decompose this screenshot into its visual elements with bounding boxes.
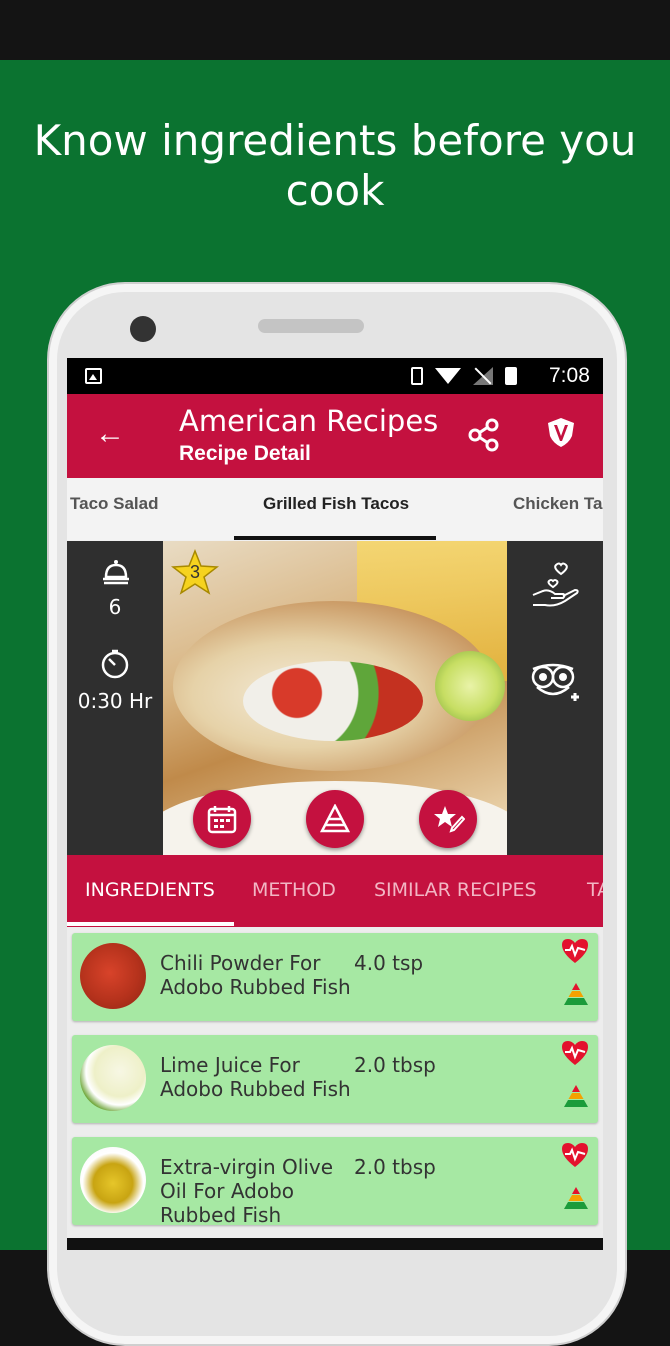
star-edit-icon xyxy=(434,806,465,833)
ingredients-list: Chili Powder For Adobo Rubbed Fish 4.0 t… xyxy=(67,927,603,1250)
tab-more[interactable]: TA xyxy=(587,879,603,901)
list-item[interactable]: Chili Powder For Adobo Rubbed Fish 4.0 t… xyxy=(72,933,598,1021)
calendar-icon xyxy=(207,806,237,834)
phone-camera xyxy=(130,316,156,342)
heart-health-icon[interactable] xyxy=(560,1141,590,1169)
status-time: 7:08 xyxy=(549,364,590,387)
rating-value: 3 xyxy=(189,562,200,582)
cook-time-value: 0:30 Hr xyxy=(77,689,153,713)
app-screen: 7:08 ← American Recipes Recipe Detail Ta… xyxy=(67,358,603,1250)
app-title: American Recipes xyxy=(179,404,439,438)
wifi-icon xyxy=(435,368,461,384)
arrow-left-icon[interactable]: ← xyxy=(95,418,125,450)
active-tab-indicator xyxy=(234,536,436,540)
tab-grilled-fish-tacos[interactable]: Grilled Fish Tacos xyxy=(263,494,409,514)
rv-shield-icon[interactable] xyxy=(545,416,577,448)
pyramid-icon xyxy=(320,804,350,833)
detail-tab-bar: INGREDIENTS METHOD SIMILAR RECIPES TA xyxy=(67,855,603,927)
servings-value: 6 xyxy=(108,595,122,619)
recipe-tab-strip: Taco Salad Grilled Fish Tacos Chicken Ta xyxy=(67,478,603,540)
timer-icon xyxy=(101,649,129,679)
ingredient-thumbnail xyxy=(80,943,146,1009)
owl-add-icon[interactable] xyxy=(529,661,581,705)
rate-recipe-button[interactable] xyxy=(419,790,477,848)
share-icon[interactable] xyxy=(467,418,501,452)
promo-headline: Know ingredients before you cook xyxy=(33,116,637,215)
servings-icon xyxy=(103,560,129,585)
ingredient-thumbnail xyxy=(80,1147,146,1213)
ingredient-name: Chili Powder For Adobo Rubbed Fish xyxy=(160,951,351,999)
food-pyramid-icon[interactable] xyxy=(564,1085,588,1107)
recipe-stats-panel: 6 0:30 Hr xyxy=(67,541,163,855)
page-subtitle: Recipe Detail xyxy=(179,442,311,465)
heart-health-icon[interactable] xyxy=(560,937,590,965)
list-item[interactable]: Lime Juice For Adobo Rubbed Fish 2.0 tbs… xyxy=(72,1035,598,1123)
app-bar: ← American Recipes Recipe Detail xyxy=(67,394,603,478)
ingredient-name: Extra-virgin Olive Oil For Adobo Rubbed … xyxy=(160,1155,334,1227)
donate-heart-hand-icon[interactable] xyxy=(529,561,581,611)
nutrition-pyramid-button[interactable] xyxy=(306,790,364,848)
tab-chicken-tacos[interactable]: Chicken Ta xyxy=(513,494,602,514)
calendar-button[interactable] xyxy=(193,790,251,848)
bottom-edge xyxy=(67,1238,603,1250)
recipe-actions-panel xyxy=(507,541,603,855)
tab-similar-recipes[interactable]: SIMILAR RECIPES xyxy=(374,879,537,901)
image-notification-icon xyxy=(85,368,102,384)
vibrate-icon xyxy=(411,367,423,385)
ingredient-quantity: 4.0 tsp xyxy=(354,951,424,975)
active-detail-tab-indicator xyxy=(67,922,234,926)
ingredient-thumbnail xyxy=(80,1045,146,1111)
heart-health-icon[interactable] xyxy=(560,1039,590,1067)
phone-speaker xyxy=(258,319,364,333)
recipe-hero: 6 0:30 Hr 3 xyxy=(67,541,603,855)
tab-taco-salad[interactable]: Taco Salad xyxy=(70,494,159,514)
food-pyramid-icon[interactable] xyxy=(564,1187,588,1209)
food-pyramid-icon[interactable] xyxy=(564,983,588,1005)
rating-star-icon: 3 xyxy=(171,549,219,595)
list-item[interactable]: Extra-virgin Olive Oil For Adobo Rubbed … xyxy=(72,1137,598,1227)
tab-method[interactable]: METHOD xyxy=(252,879,336,901)
status-bar: 7:08 xyxy=(67,358,603,394)
ingredient-quantity: 2.0 tbsp xyxy=(354,1155,436,1179)
battery-icon xyxy=(505,367,517,385)
ingredient-name: Lime Juice For Adobo Rubbed Fish xyxy=(160,1053,351,1101)
ingredient-quantity: 2.0 tbsp xyxy=(354,1053,436,1077)
no-signal-icon xyxy=(473,367,493,385)
tab-ingredients[interactable]: INGREDIENTS xyxy=(85,879,215,901)
